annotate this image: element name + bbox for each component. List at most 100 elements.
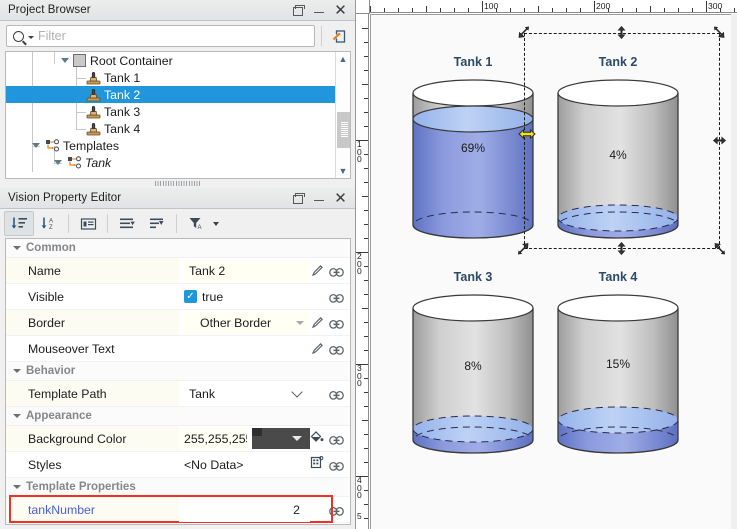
- filter-input-container[interactable]: Filter: [6, 25, 315, 47]
- chevron-down-icon[interactable]: [13, 244, 22, 253]
- tree-item-tank-4[interactable]: Tank 4: [6, 120, 335, 137]
- property-group-appearance[interactable]: Appearance: [6, 407, 350, 426]
- tree-item-tank-3[interactable]: Tank 3: [6, 103, 335, 120]
- filter-button[interactable]: A: [181, 211, 211, 236]
- tree-item-template-tank[interactable]: Tank: [6, 154, 335, 171]
- minimize-icon[interactable]: [313, 192, 326, 205]
- property-row-border[interactable]: Border Other Border: [6, 310, 350, 336]
- chevron-down-icon[interactable]: [13, 367, 22, 376]
- description-panel-button[interactable]: [73, 211, 103, 236]
- background-color-field[interactable]: 255,255,255,0: [179, 427, 247, 450]
- tank-graphic: 15%: [557, 294, 679, 454]
- collapse-all-button[interactable]: [142, 211, 172, 236]
- close-icon[interactable]: ✕: [334, 191, 347, 206]
- designer-workspace: 100 200 300 100 200 300 400 5 Tank 1 69%…: [356, 0, 737, 529]
- property-value-cell[interactable]: Tank: [179, 381, 310, 406]
- chevron-down-icon[interactable]: [31, 140, 42, 151]
- property-group-common[interactable]: Common: [6, 239, 350, 258]
- property-row-visible[interactable]: Visible ✓ true: [6, 284, 350, 310]
- project-tree[interactable]: Root Container Tank 1 Tank 2 Tank 3 Tank…: [6, 52, 335, 178]
- restore-icon[interactable]: [292, 4, 305, 17]
- group-label: Template Properties: [26, 481, 136, 493]
- scroll-down-icon[interactable]: ▼: [339, 164, 348, 178]
- chevron-down-icon[interactable]: [53, 157, 64, 168]
- tank-title-text: Tank 1: [453, 55, 493, 69]
- panel-splitter[interactable]: [0, 179, 355, 188]
- property-value-cell[interactable]: Other Border: [179, 310, 310, 335]
- project-tree-scrollbar[interactable]: ▲ ▼: [335, 52, 350, 178]
- property-row-name[interactable]: Name Tank 2: [6, 258, 350, 284]
- link-icon[interactable]: [329, 433, 344, 445]
- pencil-icon[interactable]: [311, 264, 324, 277]
- resize-handle-s[interactable]: [615, 242, 628, 255]
- tank-level-text: 69%: [461, 141, 485, 155]
- tree-item-root-container[interactable]: Root Container: [6, 52, 335, 69]
- pencil-icon[interactable]: [311, 342, 324, 355]
- tank-component-4[interactable]: Tank 4 15%: [554, 270, 682, 454]
- resize-handle-n[interactable]: [615, 26, 628, 39]
- chevron-down-icon[interactable]: [60, 55, 71, 66]
- design-canvas[interactable]: Tank 1 69% Tank 2 4% Tank 3 8% Tank 4 15…: [370, 14, 731, 529]
- border-combo[interactable]: Other Border: [184, 311, 310, 334]
- expand-all-button[interactable]: [112, 211, 142, 236]
- link-icon[interactable]: [329, 317, 344, 329]
- visible-checkbox[interactable]: ✓: [184, 290, 197, 303]
- caret-down-icon[interactable]: [296, 320, 304, 325]
- property-value-cell[interactable]: Tank 2: [179, 258, 310, 283]
- link-icon[interactable]: [329, 291, 344, 303]
- close-icon[interactable]: ✕: [334, 3, 347, 18]
- chevron-down-icon[interactable]: [13, 412, 22, 421]
- sort-by-category-button[interactable]: [4, 211, 34, 236]
- minimize-icon[interactable]: [313, 4, 326, 17]
- chevron-down-icon[interactable]: [291, 385, 303, 398]
- tank-component-3[interactable]: Tank 3 8%: [409, 270, 537, 454]
- property-group-behavior[interactable]: Behavior: [6, 362, 350, 381]
- color-fill-icon[interactable]: [310, 430, 324, 448]
- template-path-combo[interactable]: Tank: [184, 382, 310, 405]
- link-icon[interactable]: [329, 343, 344, 355]
- scrollbar-track[interactable]: [336, 66, 351, 164]
- property-value-cell[interactable]: ✓ true: [179, 284, 310, 309]
- link-icon[interactable]: [329, 504, 344, 516]
- styles-table-icon[interactable]: [310, 455, 324, 474]
- property-value-cell[interactable]: [179, 336, 310, 361]
- chevron-down-icon[interactable]: [13, 483, 22, 492]
- property-row-mouseover-text[interactable]: Mouseover Text: [6, 336, 350, 362]
- property-row-template-path[interactable]: Template Path Tank: [6, 381, 350, 407]
- resize-handle-se[interactable]: [713, 242, 726, 255]
- property-label: Styles: [6, 452, 179, 477]
- tree-item-templates[interactable]: Templates: [6, 137, 335, 154]
- tree-item-tank-1[interactable]: Tank 1: [6, 69, 335, 86]
- pin-window-icon[interactable]: [328, 25, 350, 47]
- property-value: Other Border: [200, 315, 272, 330]
- restore-icon[interactable]: [292, 192, 305, 205]
- resize-handle-ne[interactable]: [713, 26, 726, 39]
- link-icon[interactable]: [329, 459, 344, 471]
- sort-alphabetical-button[interactable]: A Z: [34, 211, 64, 236]
- resize-handle-e[interactable]: [713, 134, 726, 147]
- name-field[interactable]: Tank 2: [184, 259, 310, 282]
- property-row-styles[interactable]: Styles <No Data>: [6, 452, 350, 478]
- caret-down-icon[interactable]: [213, 221, 219, 226]
- resize-handle-nw[interactable]: [517, 26, 530, 39]
- property-group-template-properties[interactable]: Template Properties: [6, 478, 350, 497]
- caret-down-icon[interactable]: [292, 436, 302, 441]
- property-value-cell[interactable]: 255,255,255,0: [179, 426, 310, 451]
- property-row-background-color[interactable]: Background Color 255,255,255,0: [6, 426, 350, 452]
- tree-item-tank-2[interactable]: Tank 2: [6, 86, 335, 103]
- property-value-cell[interactable]: 2: [179, 497, 310, 522]
- color-swatch-button[interactable]: [252, 428, 310, 449]
- scroll-up-icon[interactable]: ▲: [339, 52, 348, 66]
- tank-component-1[interactable]: Tank 1 69%: [409, 55, 537, 239]
- link-icon[interactable]: [329, 265, 344, 277]
- tanknumber-field[interactable]: 2: [179, 498, 310, 521]
- resize-handle-sw[interactable]: [517, 242, 530, 255]
- scrollbar-thumb[interactable]: [336, 112, 350, 148]
- property-value-cell[interactable]: <No Data>: [179, 452, 310, 477]
- caret-down-icon[interactable]: [28, 36, 34, 39]
- mouseover-text-field[interactable]: [184, 337, 310, 360]
- property-row-tanknumber[interactable]: tankNumber 2: [6, 495, 350, 523]
- pencil-icon[interactable]: [311, 316, 324, 329]
- tree-item-label: Tank 4: [104, 121, 141, 136]
- link-icon[interactable]: [329, 388, 344, 400]
